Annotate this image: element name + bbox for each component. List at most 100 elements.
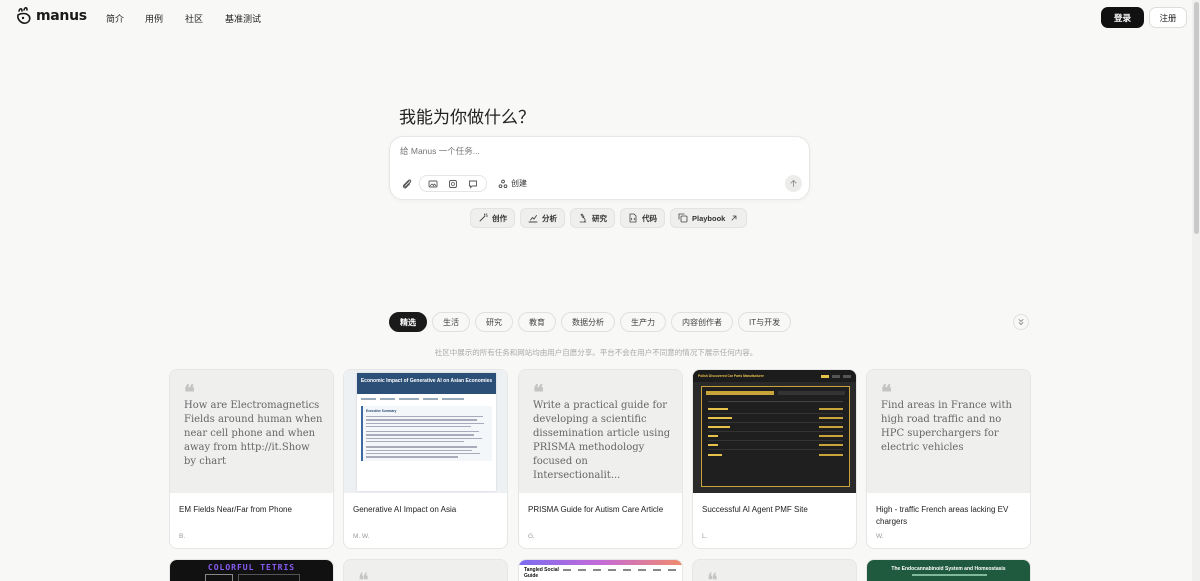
create-label: 创建	[511, 179, 527, 188]
category-content-creator[interactable]: 内容创作者	[671, 312, 733, 332]
quick-action-label: Playbook	[692, 213, 726, 223]
connector-tools	[419, 175, 487, 192]
showcase-card[interactable]: ❝ Find areas in France with high road tr…	[866, 369, 1031, 549]
category-featured[interactable]: 精选	[389, 312, 427, 332]
showcase-card[interactable]: ❝ How are Electromagnetics Fields around…	[169, 369, 334, 549]
quick-action-create[interactable]: 创作	[470, 208, 515, 228]
card-preview-title: The Endocannabinoid System and Homeostas…	[891, 566, 1006, 572]
quick-action-label: 创作	[492, 213, 507, 223]
site-title: Polish Discovered Car Parts Manufacturer	[698, 374, 764, 378]
card-gradient-bar	[519, 560, 682, 565]
card-author: W.	[876, 533, 884, 540]
card-quote: How are Electromagnetics Fields around h…	[184, 400, 323, 467]
brand-logo[interactable]: manus	[16, 7, 87, 25]
code-file-icon	[629, 213, 637, 223]
report-section-title: Executive Summary	[366, 409, 397, 413]
showcase-card[interactable]: ❝ Write a practical guide for developing…	[518, 369, 683, 549]
site-nav-thumbnail	[563, 569, 676, 571]
showcase-card[interactable]: ❝	[692, 559, 857, 581]
chat-tool-icon[interactable]	[468, 179, 478, 189]
showcase-card[interactable]: ❝	[343, 559, 508, 581]
register-button[interactable]: 注册	[1149, 7, 1187, 28]
page-scrollbar[interactable]	[1192, 0, 1200, 581]
showcase-card[interactable]: Tangled Social Guide	[518, 559, 683, 581]
scrollbar-thumb[interactable]	[1194, 2, 1199, 234]
grid-tool-icon[interactable]	[448, 179, 458, 189]
quick-action-code[interactable]: 代码	[620, 208, 665, 228]
card-title: High - traffic French areas lacking EV c…	[876, 505, 1009, 526]
quick-action-playbook[interactable]: Playbook	[670, 208, 748, 228]
quick-action-label: 分析	[542, 213, 557, 223]
chart-icon	[528, 215, 538, 223]
manus-logo-icon	[17, 7, 31, 24]
nav-item-intro[interactable]: 简介	[106, 12, 145, 25]
paperclip-icon[interactable]	[401, 178, 413, 190]
quick-action-research[interactable]: 研究	[570, 208, 615, 228]
card-title: EM Fields Near/Far from Phone	[179, 505, 292, 514]
category-it-dev[interactable]: IT与开发	[738, 312, 792, 332]
arrow-up-icon	[790, 179, 797, 187]
quote-icon: ❝	[707, 568, 718, 581]
expand-categories-button[interactable]	[1013, 314, 1029, 330]
card-title: Generative AI Impact on Asia	[353, 505, 457, 514]
card-preview: ❝ How are Electromagnetics Fields around…	[170, 370, 333, 493]
card-author: B.	[179, 533, 186, 540]
quote-icon: ❝	[358, 568, 369, 581]
card-title: Successful AI Agent PMF Site	[702, 505, 808, 514]
card-author: M. W.	[353, 533, 370, 540]
microscope-icon	[579, 213, 587, 223]
game-panel-thumbnail	[205, 574, 233, 581]
card-preview: Economic Impact of Generative AI on Asia…	[344, 370, 507, 493]
create-button[interactable]: 创建	[498, 178, 527, 189]
showcase-card[interactable]: Polish Discovered Car Parts Manufacturer…	[692, 369, 857, 549]
wand-icon	[479, 213, 488, 222]
task-input[interactable]	[400, 146, 780, 156]
main-nav: 简介 用例 社区 基准测试	[106, 12, 261, 25]
quick-action-label: 代码	[642, 213, 657, 223]
card-preview-title: Tangled Social Guide	[524, 567, 559, 579]
create-icon	[498, 179, 508, 188]
task-composer: 创建	[389, 136, 810, 200]
top-header: manus 简介 用例 社区 基准测试 登录 注册	[0, 0, 1192, 36]
brand-name: manus	[36, 8, 87, 24]
report-thumbnail: Economic Impact of Generative AI on Asia…	[357, 373, 496, 491]
image-tool-icon[interactable]	[428, 179, 438, 189]
card-preview-title: COLORFUL TETRIS	[207, 563, 296, 572]
card-quote: Find areas in France with high road traf…	[881, 400, 1012, 453]
card-title: PRISMA Guide for Autism Care Article	[528, 505, 664, 514]
site-nav-thumbnail: Polish Discovered Car Parts Manufacturer	[693, 370, 856, 382]
showcase-card[interactable]: Economic Impact of Generative AI on Asia…	[343, 369, 508, 549]
category-research[interactable]: 研究	[475, 312, 513, 332]
external-link-icon	[731, 215, 737, 221]
card-subtitle-placeholder	[912, 574, 987, 576]
card-author: G.	[528, 533, 535, 540]
copy-icon	[678, 213, 688, 223]
card-preview: ❝ Write a practical guide for developing…	[519, 370, 682, 493]
category-education[interactable]: 教育	[518, 312, 556, 332]
report-nav-placeholder	[357, 394, 496, 400]
showcase-card[interactable]: COLORFUL TETRIS	[169, 559, 334, 581]
quick-action-analyze[interactable]: 分析	[520, 208, 565, 228]
report-summary: Executive Summary	[361, 406, 492, 461]
nav-item-usecases[interactable]: 用例	[145, 12, 185, 25]
nav-item-benchmark[interactable]: 基准测试	[225, 12, 261, 25]
category-filters: 精选 生活 研究 教育 数据分析 生产力 内容创作者 IT与开发	[389, 312, 792, 332]
double-chevron-down-icon	[1018, 319, 1024, 326]
card-author: L.	[702, 533, 708, 540]
report-header: Economic Impact of Generative AI on Asia…	[357, 373, 496, 394]
card-preview: ❝ Find areas in France with high road tr…	[867, 370, 1030, 493]
category-life[interactable]: 生活	[432, 312, 470, 332]
nav-item-community[interactable]: 社区	[185, 12, 225, 25]
quick-actions: 创作 分析 研究 代码 Playbook	[470, 208, 748, 228]
showcase-card[interactable]: The Endocannabinoid System and Homeostas…	[866, 559, 1031, 581]
category-data-analysis[interactable]: 数据分析	[561, 312, 615, 332]
card-quote: Write a practical guide for developing a…	[533, 400, 671, 481]
hero-title: 我能为你做什么？	[399, 108, 535, 128]
site-panel-thumbnail	[701, 386, 850, 487]
send-button[interactable]	[785, 175, 802, 192]
login-button[interactable]: 登录	[1101, 7, 1144, 28]
quick-action-label: 研究	[592, 213, 607, 223]
card-preview: Polish Discovered Car Parts Manufacturer	[693, 370, 856, 493]
game-board-thumbnail	[238, 574, 300, 581]
category-productivity[interactable]: 生产力	[620, 312, 666, 332]
